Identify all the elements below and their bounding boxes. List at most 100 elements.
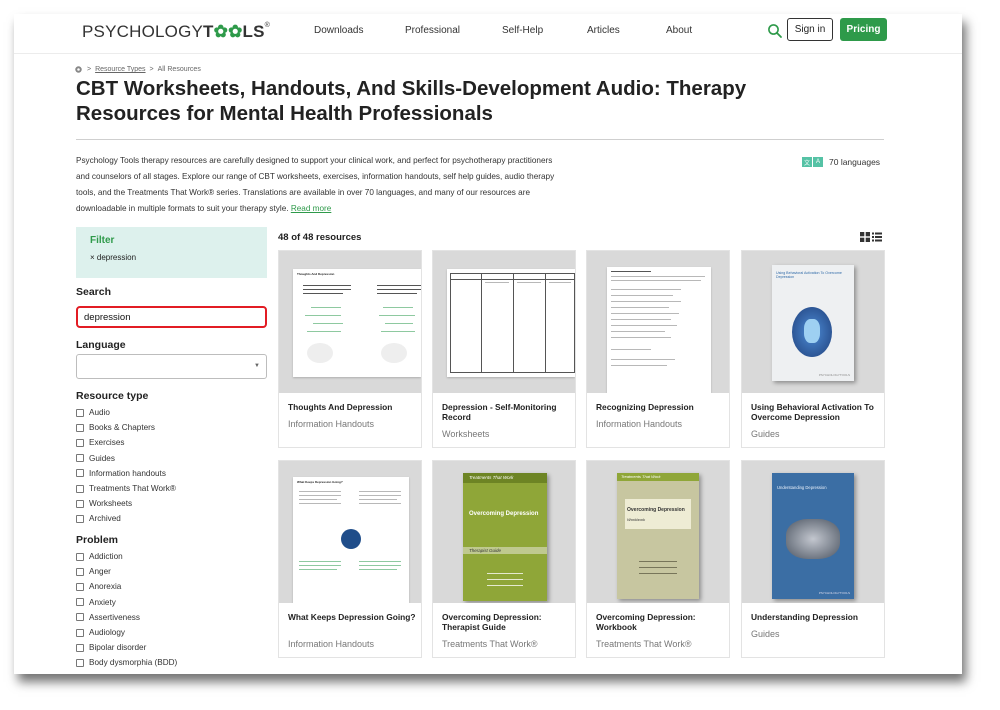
checkbox[interactable]	[76, 552, 84, 561]
breadcrumb-separator: >	[149, 66, 154, 73]
gear-home-icon[interactable]	[74, 65, 83, 74]
checkbox-anger[interactable]: Anger	[76, 564, 177, 579]
checkbox-addiction[interactable]: Addiction	[76, 549, 177, 564]
nav-about[interactable]: About	[666, 25, 692, 36]
checkbox[interactable]	[76, 514, 84, 523]
site-logo[interactable]: PSYCHOLOGYT✿✿LS®	[82, 22, 270, 42]
resource-card[interactable]: What Keeps Depression Going? What Keeps …	[278, 460, 422, 658]
search-input[interactable]	[76, 306, 267, 328]
checkbox-label: Addiction	[89, 552, 123, 562]
resource-thumbnail	[433, 251, 575, 393]
nav-articles[interactable]: Articles	[587, 25, 620, 36]
checkbox-label: Worksheets	[89, 499, 133, 509]
cover-brand: PSYCHOLOGYTOOLS	[818, 591, 850, 595]
search-icon[interactable]	[766, 22, 784, 40]
pricing-button[interactable]: Pricing	[840, 18, 887, 41]
checkbox-worksheets[interactable]: Worksheets	[76, 496, 176, 511]
checkbox[interactable]	[76, 408, 84, 417]
checkbox[interactable]	[76, 438, 84, 447]
filter-panel: Filter × depression	[76, 227, 267, 278]
checkbox[interactable]	[76, 643, 84, 652]
resource-title[interactable]: Overcoming Depression: Workbook	[596, 612, 724, 632]
active-filter-chip[interactable]: × depression	[90, 253, 253, 262]
checkbox[interactable]	[76, 567, 84, 576]
resource-category: Information Handouts	[288, 419, 375, 429]
checkbox-anxiety[interactable]: Anxiety	[76, 595, 177, 610]
resource-title[interactable]: Recognizing Depression	[596, 402, 724, 412]
checkbox-treatments-that-work[interactable]: Treatments That Work®	[76, 481, 176, 496]
guide-cover: Understanding Depression PSYCHOLOGYTOOLS	[772, 473, 854, 599]
checkbox-label: Anorexia	[89, 582, 122, 592]
resource-card[interactable]: Understanding Depression PSYCHOLOGYTOOLS…	[741, 460, 885, 658]
sign-in-button[interactable]: Sign in	[787, 18, 833, 41]
checkbox-label: Audio	[89, 408, 110, 418]
resource-category: Worksheets	[442, 429, 490, 439]
resource-card[interactable]: Treatments That Work Overcoming Depressi…	[586, 460, 730, 658]
checkbox-body-dysmorphia[interactable]: Body dysmorphia (BDD)	[76, 655, 177, 670]
translate-icon-glyph-2: A	[813, 157, 823, 167]
resource-title[interactable]: Understanding Depression	[751, 612, 879, 622]
resource-type-label: Resource type	[76, 390, 149, 402]
breadcrumb: > Resource Types > All Resources	[74, 65, 201, 74]
cover-title: Overcoming Depression	[627, 507, 685, 513]
resource-card[interactable]: Thoughts And Depression Thoughts And Dep	[278, 250, 422, 448]
search-label: Search	[76, 286, 112, 298]
checkbox-anorexia[interactable]: Anorexia	[76, 579, 177, 594]
languages-badge[interactable]: 文A 70 languages	[802, 157, 880, 167]
checkbox-audio[interactable]: Audio	[76, 405, 176, 420]
resource-card[interactable]: Treatments That Work Overcoming Depressi…	[432, 460, 576, 658]
language-select[interactable]: ▼	[76, 354, 267, 379]
checkbox[interactable]	[76, 598, 84, 607]
resource-title[interactable]: What Keeps Depression Going?	[288, 612, 416, 622]
checkbox[interactable]	[76, 613, 84, 622]
resource-title[interactable]: Thoughts And Depression	[288, 402, 416, 412]
checkbox-bipolar-disorder[interactable]: Bipolar disorder	[76, 640, 177, 655]
cover-subtitle: Workbook	[627, 517, 646, 522]
checkbox[interactable]	[76, 499, 84, 508]
checkbox-books-chapters[interactable]: Books & Chapters	[76, 420, 176, 435]
checkbox-label: Assertiveness	[89, 612, 140, 622]
checkbox[interactable]	[76, 484, 84, 493]
worksheet-preview	[607, 267, 711, 393]
checkbox-label: Treatments That Work®	[89, 484, 176, 494]
browser-page: PSYCHOLOGYT✿✿LS® Downloads Professional …	[14, 14, 962, 674]
list-view-icon[interactable]	[872, 232, 882, 242]
checkbox[interactable]	[76, 582, 84, 591]
nav-professional[interactable]: Professional	[405, 25, 460, 36]
checkbox-audiology[interactable]: Audiology	[76, 625, 177, 640]
checkbox[interactable]	[76, 454, 84, 463]
resource-title[interactable]: Using Behavioral Activation To Overcome …	[751, 402, 879, 422]
checkbox[interactable]	[76, 658, 84, 667]
checkbox-assertiveness[interactable]: Assertiveness	[76, 610, 177, 625]
caret-down-icon: ▼	[254, 363, 260, 369]
book-cover: Treatments That Work Overcoming Depressi…	[617, 473, 699, 599]
nav-self-help[interactable]: Self-Help	[502, 25, 543, 36]
logo-gear-icon: ✿	[213, 22, 229, 41]
checkbox-guides[interactable]: Guides	[76, 451, 176, 466]
logo-text-3: LS	[242, 22, 265, 41]
checkbox[interactable]	[76, 628, 84, 637]
nav-downloads[interactable]: Downloads	[314, 25, 363, 36]
breadcrumb-resource-types[interactable]: Resource Types	[95, 66, 145, 73]
read-more-link[interactable]: Read more	[291, 204, 332, 213]
site-header: PSYCHOLOGYT✿✿LS® Downloads Professional …	[14, 14, 962, 54]
resource-card[interactable]: Depression - Self-Monitoring Record Work…	[432, 250, 576, 448]
resource-card[interactable]: Recognizing Depression Information Hando…	[586, 250, 730, 448]
resource-card[interactable]: Using Behavioral Activation To Overcome …	[741, 250, 885, 448]
resource-title[interactable]: Overcoming Depression: Therapist Guide	[442, 612, 570, 632]
page-title: CBT Worksheets, Handouts, And Skills-Dev…	[76, 77, 747, 125]
filter-title: Filter	[90, 235, 115, 246]
checkbox-archived[interactable]: Archived	[76, 511, 176, 526]
checkbox-label: Archived	[89, 514, 121, 524]
worksheet-preview: What Keeps Depression Going?	[293, 477, 409, 603]
guide-cover: Using Behavioral Activation To Overcome …	[772, 265, 854, 381]
checkbox-exercises[interactable]: Exercises	[76, 435, 176, 450]
grid-view-icon[interactable]	[860, 232, 870, 242]
checkbox-information-handouts[interactable]: Information handouts	[76, 466, 176, 481]
resource-title[interactable]: Depression - Self-Monitoring Record	[442, 402, 570, 422]
checkbox[interactable]	[76, 423, 84, 432]
worksheet-preview	[447, 269, 575, 377]
view-toggle	[860, 232, 882, 242]
checkbox[interactable]	[76, 469, 84, 478]
breadcrumb-current: All Resources	[157, 66, 201, 73]
